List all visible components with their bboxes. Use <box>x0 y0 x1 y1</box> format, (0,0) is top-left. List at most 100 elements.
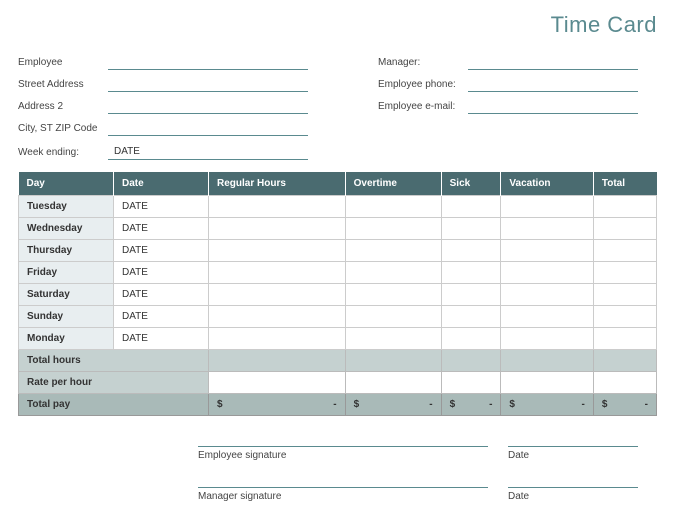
cell-pay-sick: $- <box>441 394 501 416</box>
th-regular: Regular Hours <box>209 172 346 196</box>
field-employee[interactable] <box>108 56 308 70</box>
cell-total <box>593 306 656 328</box>
info-grid: Employee Manager: Street Address Employe… <box>18 56 657 136</box>
cell-total <box>593 328 656 350</box>
table-row: ThursdayDATE <box>19 240 657 262</box>
cell-total <box>593 240 656 262</box>
table-header-row: Day Date Regular Hours Overtime Sick Vac… <box>19 172 657 196</box>
field-street[interactable] <box>108 78 308 92</box>
cell-vacation[interactable] <box>501 262 593 284</box>
label-total-pay: Total pay <box>19 394 209 416</box>
cell-rate-regular[interactable] <box>209 372 346 394</box>
cell-regular[interactable] <box>209 328 346 350</box>
cell-date[interactable]: DATE <box>114 284 209 306</box>
cell-overtime[interactable] <box>345 240 441 262</box>
label-manager: Manager: <box>378 57 468 70</box>
cell-regular[interactable] <box>209 196 346 218</box>
cell-sick[interactable] <box>441 306 501 328</box>
cell-regular[interactable] <box>209 240 346 262</box>
cell-total <box>593 196 656 218</box>
row-total-pay: Total pay $- $- $- $- $- <box>19 394 657 416</box>
employee-date-line[interactable]: Date <box>508 446 638 461</box>
cell-total-vacation <box>501 350 593 372</box>
employee-signature-line[interactable]: Employee signature <box>198 446 488 461</box>
cell-rate-sick[interactable] <box>441 372 501 394</box>
cell-regular[interactable] <box>209 218 346 240</box>
page-title: Time Card <box>18 12 657 38</box>
cell-pay-vacation: $- <box>501 394 593 416</box>
table-row: MondayDATE <box>19 328 657 350</box>
cell-pay-total: $- <box>593 394 656 416</box>
cell-overtime[interactable] <box>345 328 441 350</box>
cell-day: Wednesday <box>19 218 114 240</box>
th-date: Date <box>114 172 209 196</box>
cell-overtime[interactable] <box>345 284 441 306</box>
cell-sick[interactable] <box>441 328 501 350</box>
cell-overtime[interactable] <box>345 218 441 240</box>
cell-vacation[interactable] <box>501 240 593 262</box>
manager-signature-line[interactable]: Manager signature <box>198 487 488 502</box>
field-address2[interactable] <box>108 100 308 114</box>
cell-sick[interactable] <box>441 262 501 284</box>
cell-pay-overtime: $- <box>345 394 441 416</box>
table-row: SundayDATE <box>19 306 657 328</box>
cell-total-overtime <box>345 350 441 372</box>
week-ending-row: Week ending: DATE <box>18 146 657 160</box>
manager-date-line[interactable]: Date <box>508 487 638 502</box>
cell-date[interactable]: DATE <box>114 196 209 218</box>
label-address2: Address 2 <box>18 101 108 114</box>
cell-overtime[interactable] <box>345 306 441 328</box>
cell-vacation[interactable] <box>501 306 593 328</box>
cell-rate-total <box>593 372 656 394</box>
signature-block: Employee signature Date Manager signatur… <box>18 446 657 502</box>
row-total-hours: Total hours <box>19 350 657 372</box>
cell-vacation[interactable] <box>501 284 593 306</box>
cell-overtime[interactable] <box>345 196 441 218</box>
field-phone[interactable] <box>468 78 638 92</box>
cell-date[interactable]: DATE <box>114 306 209 328</box>
cell-sick[interactable] <box>441 218 501 240</box>
th-sick: Sick <box>441 172 501 196</box>
cell-pay-regular: $- <box>209 394 346 416</box>
cell-sick[interactable] <box>441 284 501 306</box>
label-street: Street Address <box>18 79 108 92</box>
cell-day: Tuesday <box>19 196 114 218</box>
cell-rate-vacation[interactable] <box>501 372 593 394</box>
cell-date[interactable]: DATE <box>114 262 209 284</box>
label-rate: Rate per hour <box>19 372 209 394</box>
th-vacation: Vacation <box>501 172 593 196</box>
cell-vacation[interactable] <box>501 196 593 218</box>
th-total: Total <box>593 172 656 196</box>
cell-sick[interactable] <box>441 240 501 262</box>
cell-vacation[interactable] <box>501 328 593 350</box>
cell-regular[interactable] <box>209 306 346 328</box>
cell-day: Monday <box>19 328 114 350</box>
cell-date[interactable]: DATE <box>114 240 209 262</box>
cell-total-total <box>593 350 656 372</box>
th-overtime: Overtime <box>345 172 441 196</box>
cell-regular[interactable] <box>209 262 346 284</box>
cell-overtime[interactable] <box>345 262 441 284</box>
cell-date[interactable]: DATE <box>114 328 209 350</box>
cell-total <box>593 218 656 240</box>
cell-regular[interactable] <box>209 284 346 306</box>
row-rate: Rate per hour <box>19 372 657 394</box>
cell-day: Sunday <box>19 306 114 328</box>
cell-date[interactable]: DATE <box>114 218 209 240</box>
label-week-ending: Week ending: <box>18 147 108 160</box>
cell-total <box>593 284 656 306</box>
cell-day: Friday <box>19 262 114 284</box>
label-phone: Employee phone: <box>378 79 468 92</box>
table-row: TuesdayDATE <box>19 196 657 218</box>
field-city[interactable] <box>108 122 308 136</box>
cell-rate-overtime[interactable] <box>345 372 441 394</box>
field-manager[interactable] <box>468 56 638 70</box>
field-email[interactable] <box>468 100 638 114</box>
label-email: Employee e-mail: <box>378 101 468 114</box>
table-row: WednesdayDATE <box>19 218 657 240</box>
cell-total <box>593 262 656 284</box>
field-week-ending[interactable]: DATE <box>108 146 308 160</box>
cell-vacation[interactable] <box>501 218 593 240</box>
table-row: SaturdayDATE <box>19 284 657 306</box>
cell-sick[interactable] <box>441 196 501 218</box>
